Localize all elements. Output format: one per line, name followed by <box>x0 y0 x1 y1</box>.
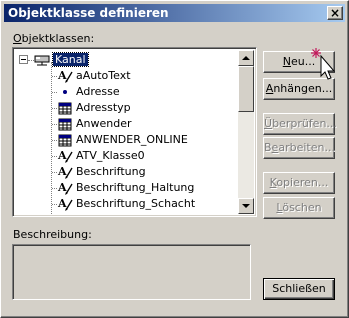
tree-item[interactable]: A Beschriftung_Schacht <box>15 196 237 212</box>
bearbeiten-button[interactable]: Bearbeiten... <box>263 137 335 159</box>
tree-item[interactable]: A ATV_Klasse0 <box>15 148 237 164</box>
tree-item-label: Beschriftung_Schacht <box>76 197 196 210</box>
text-tool-icon: A <box>57 181 73 195</box>
collapse-toggle-icon[interactable] <box>19 55 28 64</box>
text-tool-icon: A <box>57 197 73 211</box>
close-button[interactable]: × <box>327 6 343 20</box>
text-tool-icon: A <box>57 213 67 214</box>
scroll-up-button[interactable] <box>238 50 254 66</box>
beschreibung-label: Beschreibung: <box>13 228 92 241</box>
tree-rows: Kanal AaAutoText Adresse Adresstyp Anwender… <box>15 50 239 214</box>
svg-text:A: A <box>57 149 67 162</box>
svg-text:A: A <box>57 181 67 194</box>
tree-item[interactable]: A Beschriftung_Haltung <box>15 180 237 196</box>
tree-item[interactable]: A Beschriftung_xinig <box>15 212 237 214</box>
tree-item-label: Adresse <box>76 85 120 98</box>
tree-item[interactable]: A Beschriftung <box>15 164 237 180</box>
window-title: Objektklasse definieren <box>8 6 169 20</box>
loeschen-button[interactable]: Löschen <box>263 197 335 219</box>
schliessen-button[interactable]: Schließen <box>263 278 335 300</box>
tree-item-label: Beschriftung_xinig <box>76 213 178 214</box>
text-tool-icon: A <box>57 165 73 179</box>
objektklassen-tree[interactable]: Kanal AaAutoText Adresse Adresstyp Anwender… <box>12 47 257 217</box>
tree-item-label: ANWENDER_ONLINE <box>76 133 188 146</box>
tree-item-label: Adresstyp <box>76 101 131 114</box>
mouse-cursor-icon <box>311 48 336 80</box>
ueberpruefen-button[interactable]: Überprüfen... <box>263 113 337 135</box>
tree-item-label: Beschriftung_Haltung <box>76 181 195 194</box>
tree-item[interactable]: AaAutoText <box>15 68 237 84</box>
svg-text:A: A <box>57 69 67 82</box>
tree-item[interactable]: Adresstyp <box>15 100 237 116</box>
beschreibung-field[interactable] <box>12 244 251 300</box>
tree-item-label: Anwender <box>76 117 132 130</box>
tree-item[interactable]: Anwender <box>15 116 237 132</box>
text-tool-icon: A <box>57 69 73 83</box>
tree-root-row[interactable]: Kanal <box>15 52 235 68</box>
arrow-down-icon <box>242 204 250 208</box>
table-icon <box>58 102 72 115</box>
tree-item[interactable]: Adresse <box>15 84 237 100</box>
text-tool-icon: A <box>57 149 73 163</box>
title-bar[interactable]: Objektklasse definieren × <box>4 4 345 22</box>
dot-icon <box>63 90 67 94</box>
tree-item[interactable]: ANWENDER_ONLINE <box>15 132 237 148</box>
tree-root-label: Kanal <box>52 52 89 67</box>
arrow-up-icon <box>242 56 250 60</box>
scroll-thumb[interactable] <box>238 66 254 112</box>
tree-item-label: Beschriftung <box>76 165 146 178</box>
svg-text:A: A <box>57 165 67 178</box>
kopieren-button[interactable]: Kopieren... <box>263 172 335 194</box>
objektklasse-dialog: Objektklasse definieren × Objektklassen:… <box>0 0 349 318</box>
scroll-down-button[interactable] <box>238 198 254 214</box>
objektklassen-label: Objektklassen: <box>13 32 95 45</box>
table-icon <box>58 134 72 147</box>
table-icon <box>58 118 72 131</box>
tree-item-label: ATV_Klasse0 <box>76 149 145 162</box>
vertical-scrollbar[interactable] <box>238 50 254 214</box>
tree-item-label: aAutoText <box>76 69 131 82</box>
network-channel-icon <box>34 55 50 66</box>
close-icon: × <box>329 6 341 20</box>
svg-text:A: A <box>57 213 67 214</box>
svg-text:A: A <box>57 197 67 210</box>
